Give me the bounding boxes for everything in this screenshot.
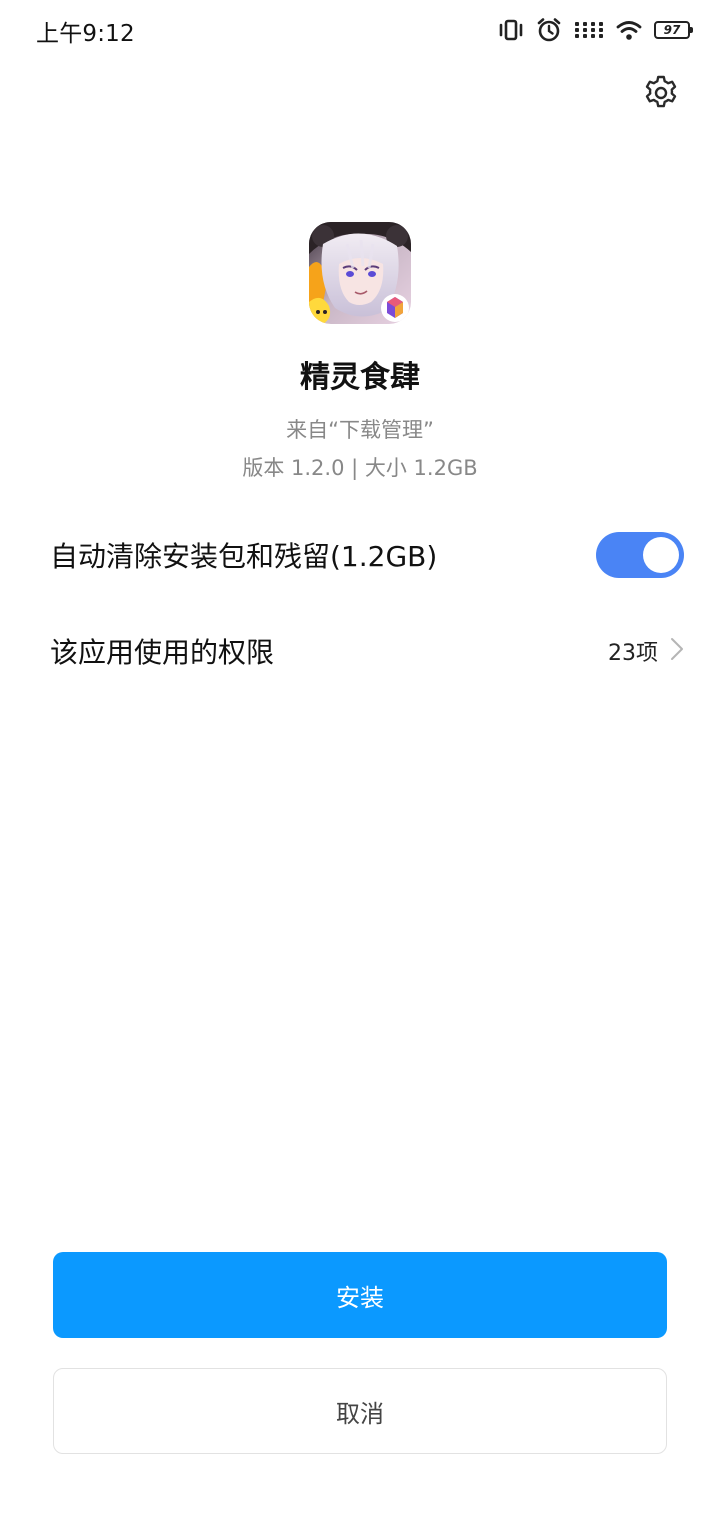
- battery-icon: 97: [654, 21, 693, 39]
- cancel-button[interactable]: 取消: [53, 1368, 667, 1454]
- install-button[interactable]: 安装: [53, 1252, 667, 1338]
- vibrate-icon: [498, 18, 524, 42]
- status-time: 上午9:12: [36, 21, 135, 47]
- auto-clean-toggle[interactable]: [596, 532, 684, 578]
- permissions-label: 该应用使用的权限: [50, 636, 275, 669]
- gear-icon: [642, 74, 680, 116]
- settings-button[interactable]: [640, 74, 682, 116]
- permissions-count: 23项: [608, 641, 658, 666]
- app-icon: [309, 222, 411, 324]
- alarm-icon: [536, 17, 562, 43]
- toggle-knob: [643, 537, 679, 573]
- app-version-size: 版本 1.2.0 | 大小 1.2GB: [242, 456, 478, 480]
- signal-icon: [574, 20, 604, 40]
- wifi-icon: [616, 19, 642, 41]
- status-bar: 上午9:12 97: [0, 0, 720, 62]
- permissions-summary: 23项: [608, 635, 684, 667]
- chevron-right-icon: [670, 637, 684, 665]
- app-source: 来自“下载管理”: [286, 418, 434, 442]
- app-name: 精灵食肆: [300, 360, 420, 395]
- auto-clean-row: 自动清除安装包和残留(1.2GB): [50, 526, 684, 584]
- permissions-row[interactable]: 该应用使用的权限 23项: [50, 622, 684, 680]
- status-icons: 97: [498, 16, 693, 44]
- auto-clean-label: 自动清除安装包和残留(1.2GB): [50, 540, 438, 573]
